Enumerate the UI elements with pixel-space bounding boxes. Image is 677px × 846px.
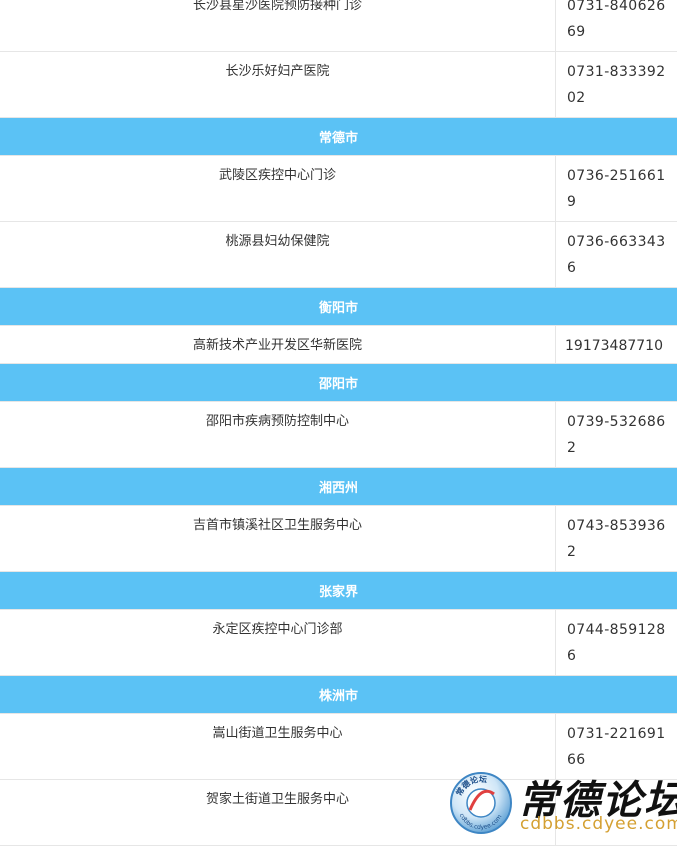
watermark: 常德论坛 cdbbs.cdyee.com 常德论坛 cdbbs.cdyee.co…	[448, 770, 677, 837]
clinic-row: 高新技术产业开发区华新医院 19173487710	[0, 326, 677, 364]
city-header-row: 常德市	[0, 118, 677, 156]
clinic-phone: 0739-5326862	[567, 414, 666, 456]
clinic-name: 长沙县星沙医院预防接种门诊	[0, 0, 556, 51]
clinic-name: 邵阳市疾病预防控制中心	[0, 402, 556, 467]
city-header-label: 湘西州	[318, 481, 358, 496]
clinic-row: 长沙县星沙医院预防接种门诊 0731-84062669	[0, 0, 677, 52]
clinic-name: 永定区疾控中心门诊部	[0, 610, 556, 675]
clinic-name: 武陵区疾控中心门诊	[0, 156, 556, 221]
city-header-row: 湘西州	[0, 468, 677, 506]
clinic-phone: 0736-2516619	[567, 168, 666, 210]
clinic-phone: 19173487710	[565, 338, 663, 354]
clinic-row: 武陵区疾控中心门诊 0736-2516619	[0, 156, 677, 222]
city-header-row: 衡阳市	[0, 288, 677, 326]
clinic-row: 吉首市镇溪社区卫生服务中心 0743-8539362	[0, 506, 677, 572]
city-header-label: 邵阳市	[318, 377, 358, 392]
forum-logo-icon: 常德论坛 cdbbs.cdyee.com	[450, 772, 512, 834]
clinic-phone: 0744-8591286	[567, 622, 666, 664]
city-header-label: 常德市	[318, 131, 358, 146]
clinic-name: 长沙乐好妇产医院	[0, 52, 556, 117]
city-header-label: 衡阳市	[318, 301, 358, 316]
clinic-name: 高新技术产业开发区华新医院	[0, 326, 556, 363]
city-header-row: 株洲市	[0, 676, 677, 714]
clinic-row: 永定区疾控中心门诊部 0744-8591286	[0, 610, 677, 676]
clinic-name: 吉首市镇溪社区卫生服务中心	[0, 506, 556, 571]
clinic-phone: 0736-6633436	[567, 234, 666, 276]
city-header-label: 株洲市	[318, 689, 358, 704]
city-header-row: 邵阳市	[0, 364, 677, 402]
clinic-row: 长沙乐好妇产医院 0731-83339202	[0, 52, 677, 118]
clinic-row: 邵阳市疾病预防控制中心 0739-5326862	[0, 402, 677, 468]
clinic-name: 桃源县妇幼保健院	[0, 222, 556, 287]
city-header-label: 张家界	[318, 585, 358, 600]
watermark-url: cdbbs.cdyee.com	[520, 814, 677, 834]
clinic-phone: 0743-8539362	[567, 518, 666, 560]
clinic-phone: 0731-83339202	[567, 64, 666, 106]
clinic-table: 长沙县星沙医院预防接种门诊 0731-84062669 长沙乐好妇产医院 0731-8…	[0, 0, 677, 846]
clinic-row: 桃源县妇幼保健院 0736-6633436	[0, 222, 677, 288]
city-header-row: 张家界	[0, 572, 677, 610]
clinic-phone: 0731-84062669	[567, 0, 666, 40]
